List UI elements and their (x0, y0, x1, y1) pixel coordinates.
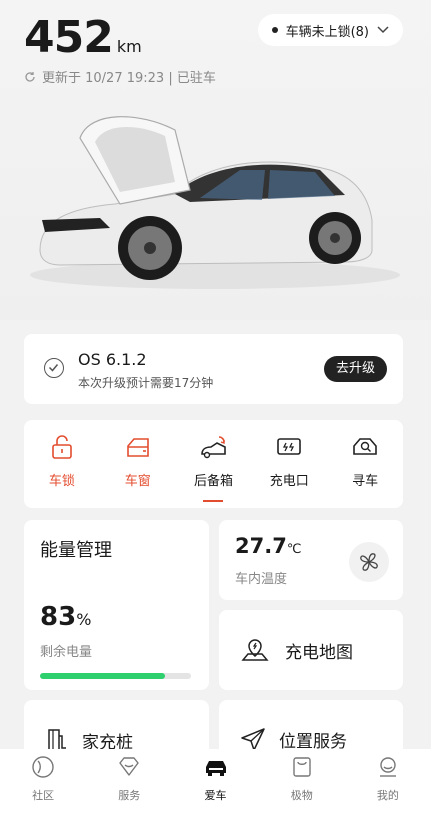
battery-percent: 83% (40, 602, 91, 632)
tab-profile[interactable]: 我的 (345, 749, 431, 813)
cabin-temperature: 27.7℃ (235, 534, 301, 558)
lock-status-pill[interactable]: 车辆未上锁(8) (257, 14, 403, 46)
car-image (30, 116, 400, 289)
location-label: 位置服务 (279, 731, 347, 752)
vehicle-header: 452 km 更新于 10/27 19:23 | 已驻车 车辆未上锁(8) (0, 0, 431, 320)
energy-management-card[interactable]: 能量管理 83% 剩余电量 (24, 520, 209, 690)
status-dot (271, 27, 278, 33)
tab-car[interactable]: 爱车 (172, 749, 258, 813)
ota-update-card[interactable]: OS 6.1.2 本次升级预计需要17分钟 去升级 (24, 334, 403, 404)
battery-percent-value: 83 (40, 602, 77, 632)
control-window[interactable]: 车窗 (100, 420, 176, 508)
charging-map-label: 充电地图 (285, 642, 353, 663)
control-label: 车锁 (48, 474, 75, 489)
refresh-icon (25, 71, 35, 82)
control-lock[interactable]: 车锁 (24, 420, 100, 508)
charge-port-icon (277, 438, 302, 455)
upgrade-button[interactable]: 去升级 (323, 356, 387, 382)
tab-community[interactable]: 社区 (0, 749, 86, 813)
battery-label: 剩余电量 (40, 645, 93, 660)
check-circle-icon (44, 358, 64, 378)
tab-label: 服务 (118, 789, 141, 802)
tab-shop[interactable]: 极物 (259, 749, 345, 813)
map-pin-icon (241, 639, 269, 661)
bottom-tab-bar: 社区 服务 爱车 极物 我的 (0, 749, 431, 813)
range-value: 452 (24, 12, 114, 63)
service-icon (119, 757, 139, 776)
battery-bar-fill (40, 673, 166, 679)
window-icon (126, 438, 149, 457)
tab-label: 社区 (32, 789, 55, 802)
profile-icon (379, 757, 396, 777)
ota-subtitle: 本次升级预计需要17分钟 (78, 376, 214, 390)
update-text: 更新于 10/27 19:23 | 已驻车 (42, 71, 216, 86)
control-label: 车窗 (124, 474, 151, 489)
fan-icon (360, 553, 378, 571)
control-trunk[interactable]: 后备箱 (176, 420, 252, 508)
temperature-value: 27.7 (235, 534, 287, 558)
lock-icon (52, 435, 72, 459)
control-label: 寻车 (352, 474, 379, 489)
charging-map-card[interactable]: 充电地图 (219, 610, 403, 690)
chevron-down-icon (377, 26, 389, 34)
tab-label: 爱车 (204, 789, 227, 802)
control-label: 后备箱 (193, 474, 233, 489)
tab-service[interactable]: 服务 (86, 749, 172, 813)
control-charge-port[interactable]: 充电口 (251, 420, 327, 508)
tab-label: 极物 (290, 789, 313, 802)
battery-bar (40, 673, 191, 679)
cabin-temperature-card[interactable]: 27.7℃ 车内温度 (219, 520, 403, 600)
temperature-unit: ℃ (286, 542, 302, 557)
control-find-car[interactable]: 寻车 (327, 420, 403, 508)
battery-percent-unit: % (76, 610, 92, 629)
lock-status-text: 车辆未上锁(8) (285, 24, 369, 40)
community-icon (32, 756, 54, 778)
selected-indicator (203, 500, 224, 502)
range-unit: km (116, 37, 142, 56)
ota-version: OS 6.1.2 (78, 350, 147, 369)
find-car-icon (353, 438, 377, 455)
car-icon (205, 761, 226, 776)
tab-label: 我的 (376, 789, 399, 802)
range-display: 452 km (24, 12, 142, 63)
control-label: 充电口 (269, 474, 309, 489)
trunk-icon (201, 436, 227, 459)
vehicle-controls: 车锁 车窗 后备箱 充电口 寻车 (24, 420, 403, 508)
fan-button[interactable] (349, 542, 389, 582)
energy-title: 能量管理 (40, 540, 112, 561)
temperature-label: 车内温度 (235, 572, 288, 587)
update-status[interactable]: 更新于 10/27 19:23 | 已驻车 (24, 67, 216, 86)
shop-icon (293, 757, 311, 777)
